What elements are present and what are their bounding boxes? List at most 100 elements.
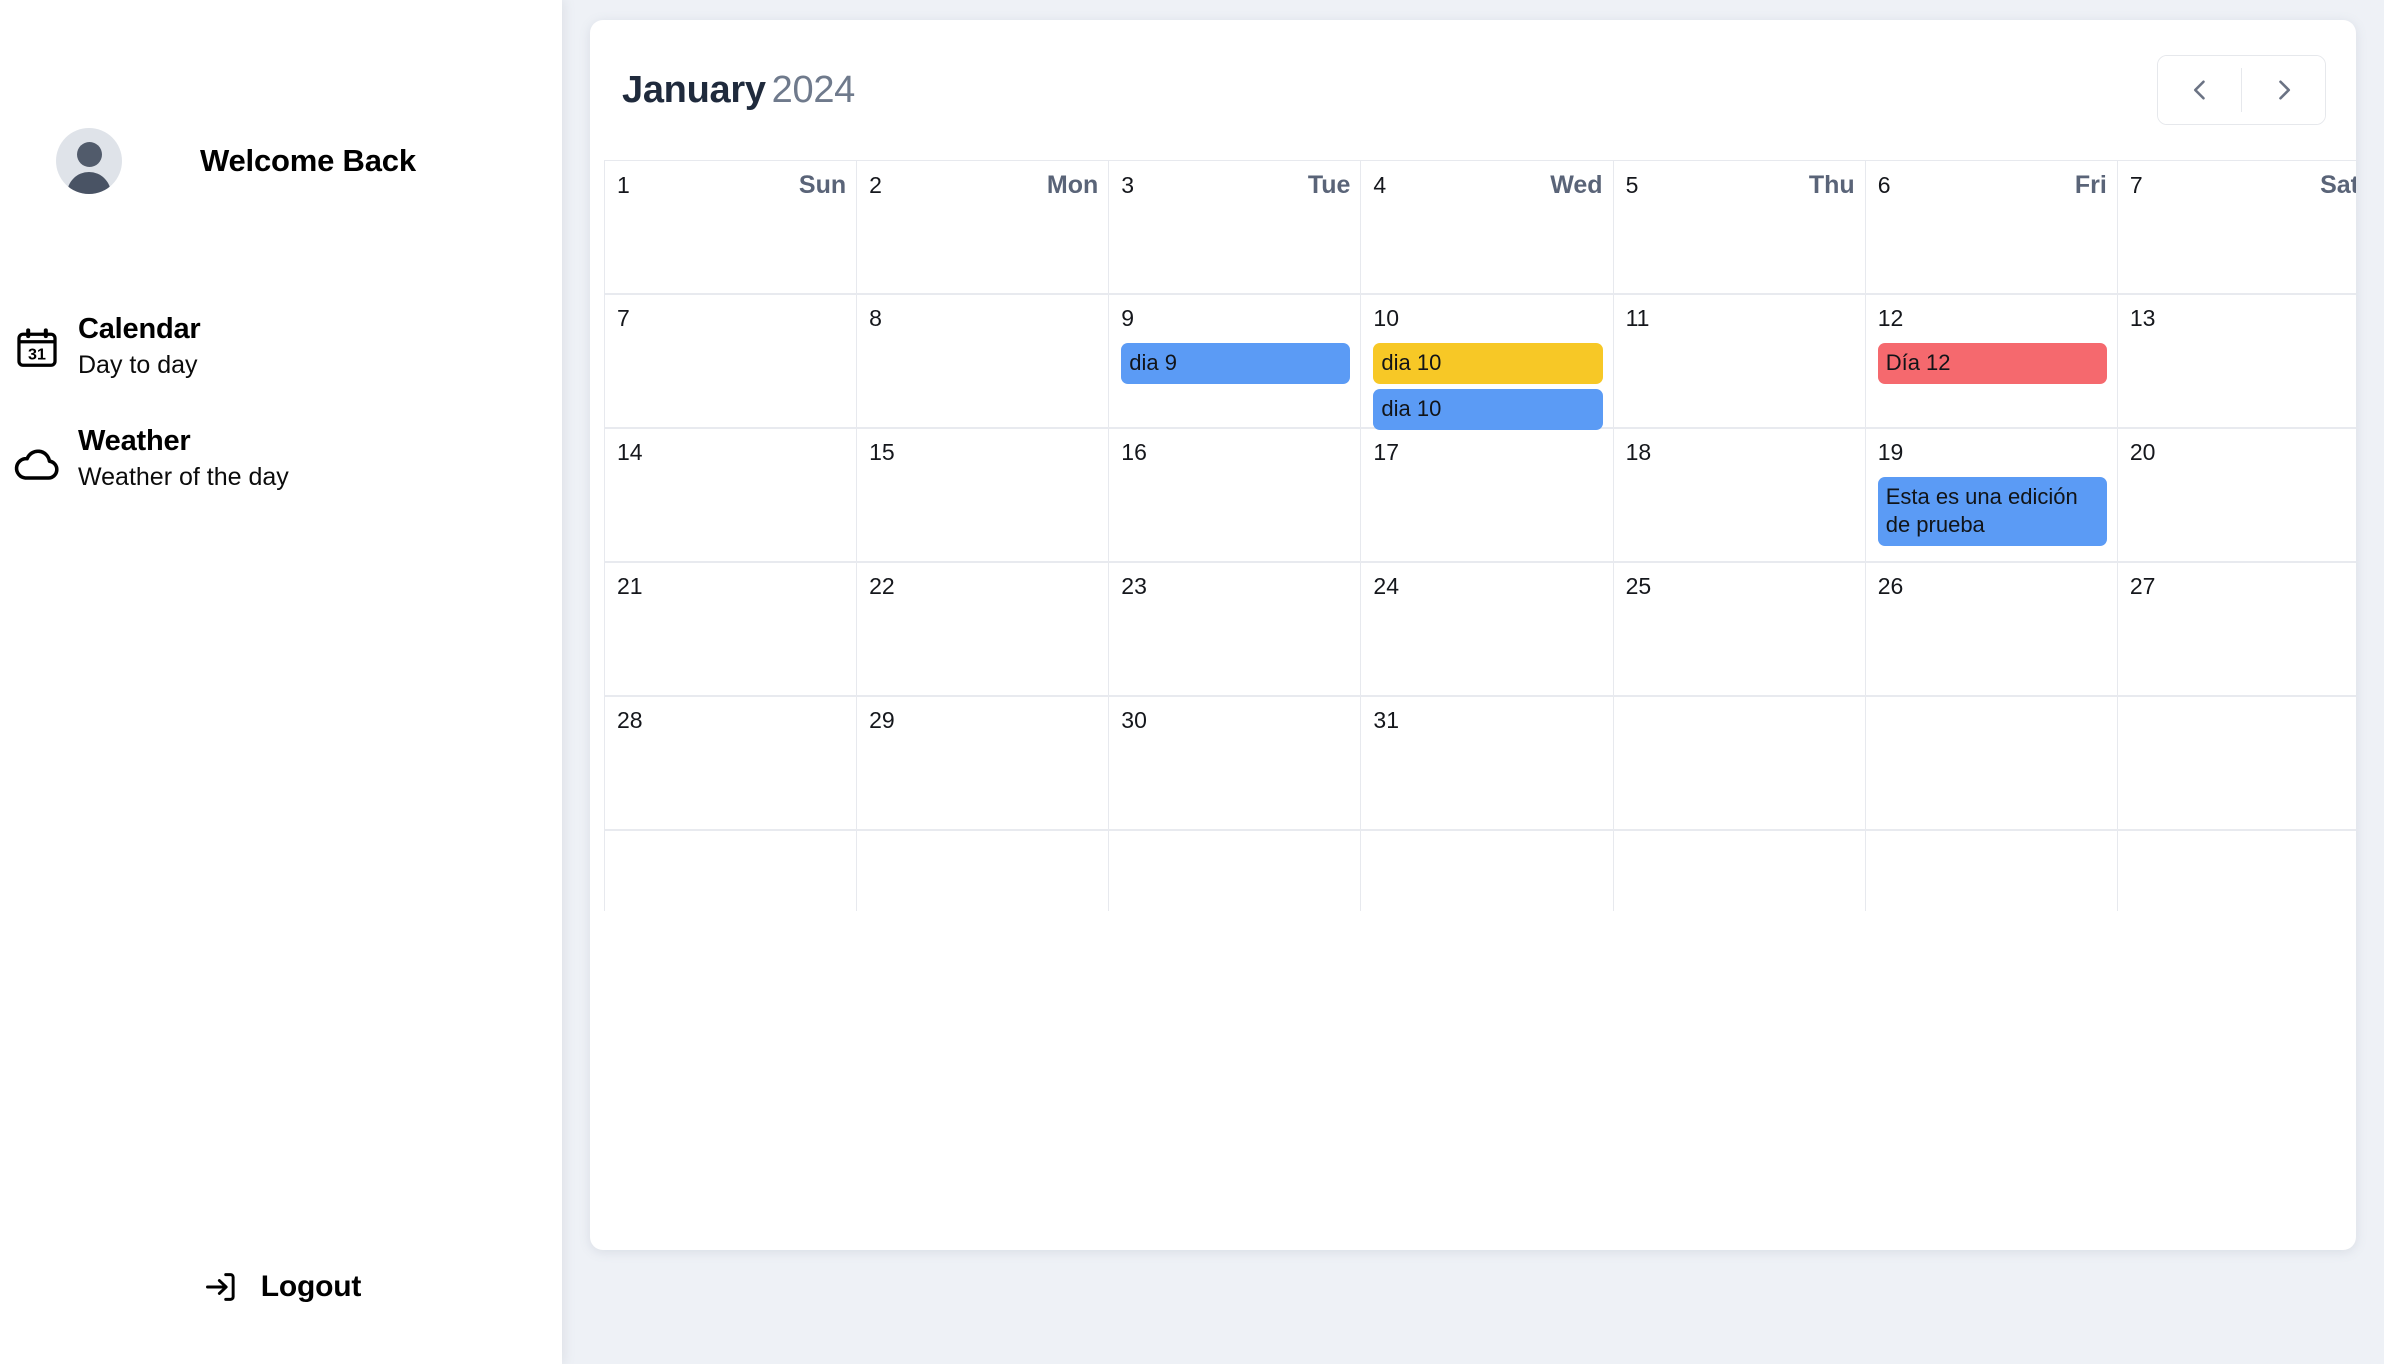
calendar-day-cell[interactable]: 12 Día 12 (1866, 295, 2118, 427)
calendar-day-cell[interactable]: 6 Fri (1866, 161, 2118, 293)
day-cell-header (1878, 709, 2107, 739)
calendar-card: January 2024 1 Sun 2 Mon 3 Tue 4 Wed 5 T… (590, 20, 2356, 1250)
calendar-day-cell[interactable]: 24 (1361, 563, 1614, 695)
day-number: 26 (1877, 573, 1904, 599)
day-number: 28 (617, 707, 643, 733)
calendar-day-cell[interactable]: 19 Esta es una edición de prueba (1866, 429, 2118, 561)
calendar-day-cell[interactable] (1614, 697, 1866, 829)
calendar-day-cell[interactable]: 16 (1109, 429, 1362, 561)
day-cell-header (1373, 843, 1602, 873)
calendar-day-cell[interactable] (1866, 831, 2118, 911)
calendar-day-cell[interactable]: 14 (605, 429, 858, 561)
logout-button[interactable]: Logout (0, 1268, 562, 1306)
calendar-day-cell[interactable]: 2 Mon (857, 161, 1110, 293)
calendar-day-cell[interactable]: 3 Tue (1109, 161, 1362, 293)
calendar-day-cell[interactable]: 25 (1614, 563, 1866, 695)
day-cell-header: 2 Mon (869, 173, 1098, 203)
weekday-label: Sat (2320, 171, 2356, 199)
day-number: 3 (1121, 172, 1135, 198)
day-cell-header (1626, 843, 1855, 873)
day-events: Esta es una edición de prueba (1877, 477, 2107, 547)
calendar-day-cell[interactable]: 30 (1109, 697, 1362, 829)
calendar-day-cell[interactable]: 21 (605, 563, 858, 695)
calendar-day-cell[interactable] (1109, 831, 1362, 911)
day-number: 30 (1121, 707, 1147, 733)
sidebar-item-weather[interactable]: Weather Weather of the day (0, 424, 562, 494)
calendar-day-cell[interactable]: 22 (857, 563, 1110, 695)
day-cell-header: 19 (1878, 441, 2107, 471)
app-root: Welcome Back 31 Calendar Day to day Weat… (0, 0, 2384, 1364)
calendar-day-cell[interactable]: 23 (1109, 563, 1362, 695)
calendar-event[interactable]: dia 10 (1373, 389, 1603, 431)
calendar-day-cell[interactable] (1361, 831, 1614, 911)
sidebar-item-calendar-title: Calendar (78, 313, 201, 345)
day-number: 11 (1625, 305, 1650, 331)
avatar-body-shape (67, 172, 111, 194)
day-number: 10 (1373, 305, 1400, 331)
calendar-day-cell[interactable]: 5 Thu (1614, 161, 1866, 293)
sidebar: Welcome Back 31 Calendar Day to day Weat… (0, 0, 562, 1364)
calendar-day-cell[interactable]: 7 (605, 295, 858, 427)
calendar-day-cell[interactable]: 15 (857, 429, 1110, 561)
calendar-day-cell[interactable]: 28 (605, 697, 858, 829)
calendar-day-cell[interactable]: 13 (2118, 295, 2356, 427)
day-cell-header: 30 (1121, 709, 1350, 739)
prev-month-button[interactable] (2158, 56, 2241, 124)
cloud-weather-icon (8, 424, 66, 488)
day-number: 24 (1373, 573, 1400, 599)
calendar-day-cell[interactable]: 9 dia 9 (1109, 295, 1362, 427)
calendar-day-cell[interactable]: 17 (1361, 429, 1614, 561)
day-cell-header: 14 (617, 441, 846, 471)
sidebar-item-calendar[interactable]: 31 Calendar Day to day (0, 312, 562, 382)
calendar-day-cell[interactable] (857, 831, 1110, 911)
sidebar-item-calendar-texts: Calendar Day to day (78, 312, 201, 382)
calendar-day-cell[interactable] (2118, 831, 2356, 911)
calendar-event[interactable]: dia 9 (1121, 343, 1351, 385)
day-number: 7 (2129, 172, 2143, 198)
weekday-label: Sun (798, 171, 847, 199)
calendar-day-cell[interactable]: 20 (2118, 429, 2356, 561)
day-number: 12 (1877, 305, 1904, 331)
day-cell-header: 3 Tue (1121, 173, 1350, 203)
calendar-day-cell[interactable]: 1 Sun (605, 161, 858, 293)
day-cell-header (617, 843, 846, 873)
day-number: 2 (869, 172, 882, 198)
day-cell-header: 1 Sun (617, 173, 846, 203)
day-number: 16 (1121, 439, 1147, 465)
calendar-event[interactable]: Día 12 (1877, 343, 2107, 385)
calendar-event[interactable]: dia 10 (1373, 343, 1603, 385)
day-cell-header: 20 (2130, 441, 2356, 471)
day-cell-header: 13 (2130, 307, 2356, 337)
day-number: 6 (1877, 172, 1891, 198)
calendar-day-cell[interactable]: 26 (1866, 563, 2118, 695)
calendar-day-cell[interactable]: 18 (1614, 429, 1866, 561)
calendar-day-cell[interactable]: 29 (857, 697, 1110, 829)
day-cell-header: 15 (869, 441, 1098, 471)
calendar-day-cell[interactable] (1614, 831, 1866, 911)
calendar-day-cell[interactable] (605, 831, 858, 911)
logout-label: Logout (260, 1270, 362, 1303)
day-cell-header: 26 (1878, 575, 2107, 605)
chevron-right-icon (2278, 80, 2290, 100)
calendar-event[interactable]: Esta es una edición de prueba (1877, 477, 2107, 547)
sidebar-item-calendar-subtitle: Day to day (78, 351, 198, 380)
next-month-button[interactable] (2242, 56, 2325, 124)
weekday-label: Tue (1307, 171, 1351, 199)
welcome-title: Welcome Back (200, 143, 416, 178)
calendar-day-cell[interactable]: 7 Sat (2118, 161, 2356, 293)
calendar-day-cell[interactable] (2118, 697, 2356, 829)
calendar-day-cell[interactable] (1866, 697, 2118, 829)
day-cell-header: 6 Fri (1878, 173, 2107, 203)
day-cell-header: 28 (617, 709, 846, 739)
calendar-day-cell[interactable]: 31 (1361, 697, 1614, 829)
calendar-day-cell[interactable]: 11 (1614, 295, 1866, 427)
calendar-day-cell[interactable]: 27 (2118, 563, 2356, 695)
day-number: 29 (869, 707, 895, 733)
calendar-day-cell[interactable]: 10 dia 10 dia 10 (1361, 295, 1614, 431)
calendar-day-cell[interactable]: 4 Wed (1361, 161, 1614, 293)
calendar-header: January 2024 (590, 20, 2356, 160)
day-cell-header: 23 (1121, 575, 1350, 605)
calendar-day-cell[interactable]: 8 (857, 295, 1110, 427)
day-number: 17 (1373, 439, 1400, 465)
calendar-grid: 1 Sun 2 Mon 3 Tue 4 Wed 5 Thu 6 Fri 7 Sat 7 8 9 dia 9 10 di… (604, 160, 2356, 911)
